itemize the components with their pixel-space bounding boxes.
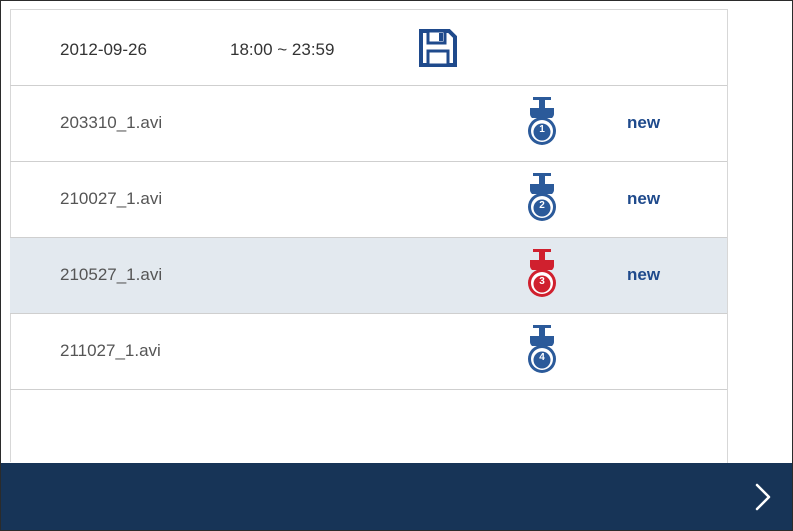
recording-date: 2012-09-26 — [60, 40, 147, 59]
camera-2-icon: 2 — [526, 172, 558, 228]
file-name: 210527_1.avi — [60, 265, 163, 284]
recording-list: 2012-09-26 18:00 ~ 23:59 203310_1.avi 1 ne… — [10, 9, 728, 463]
next-page-button[interactable] — [741, 473, 785, 521]
floppy-disk-icon[interactable] — [417, 27, 459, 69]
recording-time-range: 18:00 ~ 23:59 — [230, 40, 335, 59]
file-row[interactable]: 210027_1.avi 2 new — [10, 162, 727, 238]
camera-number: 4 — [539, 352, 545, 363]
file-name: 210027_1.avi — [60, 189, 163, 208]
date-header-row: 2012-09-26 18:00 ~ 23:59 — [10, 10, 727, 86]
app-window: 2012-09-26 18:00 ~ 23:59 203310_1.avi 1 ne… — [0, 0, 793, 531]
file-name: 211027_1.avi — [60, 341, 161, 360]
file-row[interactable]: 203310_1.avi 1 new — [10, 86, 727, 162]
camera-4-icon: 4 — [526, 324, 558, 380]
camera-1-icon: 1 — [526, 96, 558, 152]
new-badge: new — [627, 189, 661, 208]
camera-number: 2 — [539, 200, 545, 211]
file-row[interactable]: 211027_1.avi 4 — [10, 314, 727, 390]
bottom-bar — [1, 463, 792, 530]
chevron-right-icon — [755, 483, 771, 511]
camera-number: 3 — [539, 276, 545, 287]
camera-number: 1 — [539, 124, 545, 135]
new-badge: new — [627, 113, 661, 132]
file-row[interactable]: 210527_1.avi 3 new — [10, 238, 727, 314]
camera-3-icon: 3 — [526, 248, 558, 304]
new-badge: new — [627, 265, 661, 284]
file-name: 203310_1.avi — [60, 113, 163, 132]
